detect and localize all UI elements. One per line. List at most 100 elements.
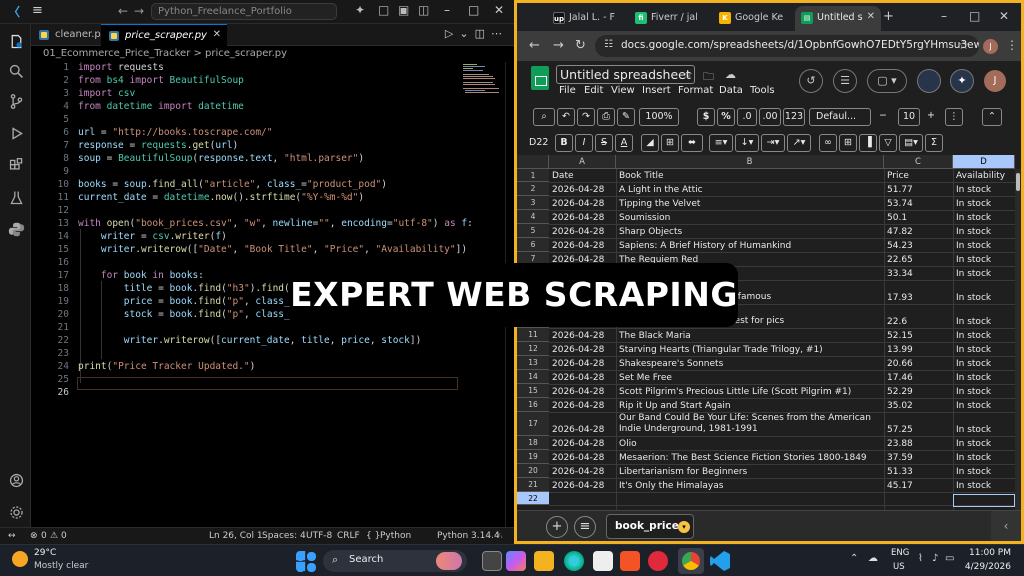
microsoft-store-icon[interactable] [593, 551, 613, 571]
select-all-corner[interactable] [517, 155, 549, 169]
maximize-icon[interactable]: □ [468, 3, 479, 17]
cell-book-title[interactable]: Rip it Up and Start Again [616, 398, 884, 412]
cell-date[interactable]: 2026-04-28 [549, 196, 616, 210]
cell-date[interactable] [549, 492, 616, 505]
search-menus-icon[interactable]: ⌕ [533, 108, 555, 126]
insert-link-icon[interactable]: ∞ [819, 134, 837, 152]
cell-date[interactable]: 2026-04-28 [549, 238, 616, 252]
account-avatar[interactable]: J [984, 70, 1006, 92]
tab-cleaner[interactable]: cleaner.py [31, 24, 107, 46]
language-mode[interactable]: Python [380, 531, 411, 541]
cell-price[interactable]: 35.02 [884, 398, 953, 412]
increase-font-size-icon[interactable]: + [924, 108, 938, 126]
input-region[interactable]: US [893, 562, 905, 572]
cell-date[interactable]: Date [549, 169, 616, 182]
remote-icon[interactable]: ↔ [8, 531, 16, 541]
cell-price[interactable]: 52.15 [884, 328, 953, 342]
cell-date[interactable]: 2026-04-28 [549, 224, 616, 238]
cell-date[interactable]: 2026-04-28 [549, 478, 616, 492]
cell-price[interactable]: 20.66 [884, 356, 953, 370]
menu-tools[interactable]: Tools [750, 85, 775, 96]
cell-book-title[interactable]: Book Title [616, 169, 884, 182]
browser-tab-fiverr[interactable]: fi Fiverr / jal [629, 6, 713, 31]
warnings-icon[interactable]: ⚠ [50, 531, 58, 541]
file-encoding[interactable]: UTF-8 [306, 531, 332, 541]
cell-date[interactable]: 2026-04-28 [549, 342, 616, 356]
clock-time[interactable]: 11:00 PM [951, 548, 1011, 558]
cell-availability[interactable]: In stock [953, 398, 1015, 412]
paint-format-icon[interactable]: ✎ [617, 108, 635, 126]
cell-availability[interactable]: In stock [953, 342, 1015, 356]
menu-icon[interactable]: ≡ [32, 3, 43, 18]
cell-availability[interactable]: In stock [953, 370, 1015, 384]
print-icon[interactable]: ⎙ [597, 108, 615, 126]
column-header-b[interactable]: B [616, 155, 884, 169]
close-icon[interactable]: ✕ [494, 3, 504, 17]
weather-temp[interactable]: 29°C [34, 548, 56, 558]
opera-gx-icon[interactable] [648, 551, 668, 571]
sheets-nav-left-icon[interactable]: ‹ [991, 511, 1021, 541]
decrease-font-size-icon[interactable]: − [876, 108, 890, 126]
row-header[interactable]: 22 [517, 492, 549, 505]
cell-date[interactable]: 2026-04-28 [549, 436, 616, 450]
command-center-search[interactable]: Python_Freelance_Portfolio [151, 3, 337, 20]
filter-icon[interactable]: ▽ [879, 134, 897, 152]
cell-price[interactable]: 50.1 [884, 210, 953, 224]
fill-color-icon[interactable]: ◢ [641, 134, 659, 152]
chrome-menu-icon[interactable]: ⋮ [1006, 38, 1018, 52]
percent-button[interactable]: % [717, 108, 735, 126]
sheet-tab-dropdown-icon[interactable]: ▾ [678, 521, 690, 533]
bold-button[interactable]: B [555, 134, 573, 152]
errors-count[interactable]: 0 [41, 531, 47, 541]
cell-availability[interactable]: In stock [953, 464, 1015, 478]
increase-decimal-button[interactable]: .00 [759, 108, 781, 126]
minimap[interactable] [461, 62, 501, 102]
filter-views-icon[interactable]: ▤▾ [899, 134, 923, 152]
cell-price[interactable] [884, 492, 953, 505]
all-sheets-button[interactable]: ≡ [574, 516, 596, 538]
vscode-taskbar-icon[interactable] [710, 551, 730, 571]
name-box[interactable]: D22 [529, 137, 548, 148]
layout-panel-icon[interactable]: □ [378, 3, 389, 17]
cell-price[interactable]: 45.17 [884, 478, 953, 492]
close-tab-icon[interactable]: ✕ [213, 29, 221, 40]
minimize-icon[interactable]: – [444, 3, 450, 17]
share-icon[interactable] [917, 69, 941, 93]
menu-insert[interactable]: Insert [642, 85, 671, 96]
cell-availability[interactable]: In stock [953, 280, 1015, 304]
cell-price[interactable]: 51.77 [884, 182, 953, 196]
row-header[interactable]: 3 [517, 196, 549, 210]
copilot-app-icon[interactable] [506, 551, 526, 571]
menu-data[interactable]: Data [719, 85, 743, 96]
column-header-d[interactable]: D [953, 155, 1015, 169]
task-view-icon[interactable] [482, 551, 502, 571]
currency-button[interactable]: $ [697, 108, 715, 126]
errors-icon[interactable]: ⊗ [30, 531, 38, 541]
cell-date[interactable]: 2026-04-28 [549, 370, 616, 384]
cell-availability[interactable]: In stock [953, 328, 1015, 342]
cell-availability[interactable]: In stock [953, 412, 1015, 436]
cell-price[interactable]: 23.88 [884, 436, 953, 450]
maximize-icon[interactable]: □ [969, 9, 980, 23]
scroll-thumb[interactable] [1016, 173, 1020, 191]
warnings-count[interactable]: 0 [61, 531, 67, 541]
cell-availability[interactable]: In stock [953, 196, 1015, 210]
row-header[interactable]: 13 [517, 356, 549, 370]
vertical-align-icon[interactable]: ↓▾ [735, 134, 759, 152]
strikethrough-button[interactable]: S [595, 134, 613, 152]
cell-date[interactable]: 2026-04-28 [549, 450, 616, 464]
cell-availability[interactable]: In stock [953, 384, 1015, 398]
cell-book-title[interactable]: Our Band Could Be Your Life: Scenes from… [616, 412, 884, 436]
cell-availability[interactable]: In stock [953, 182, 1015, 196]
layout-split-icon[interactable]: ◫ [418, 3, 429, 17]
wifi-icon[interactable]: ⌇ [918, 553, 923, 564]
tab-price-scraper[interactable]: price_scraper.py ✕ [101, 24, 227, 46]
undo-icon[interactable]: ↶ [557, 108, 575, 126]
copilot-icon[interactable]: ✦ [355, 3, 365, 17]
cell-price[interactable]: 47.82 [884, 224, 953, 238]
text-color-button[interactable]: A [615, 134, 633, 152]
row-header[interactable]: 11 [517, 328, 549, 342]
cell-price[interactable]: 22.6 [884, 304, 953, 328]
volume-icon[interactable]: ♪ [932, 553, 938, 564]
row-header[interactable]: 19 [517, 450, 549, 464]
